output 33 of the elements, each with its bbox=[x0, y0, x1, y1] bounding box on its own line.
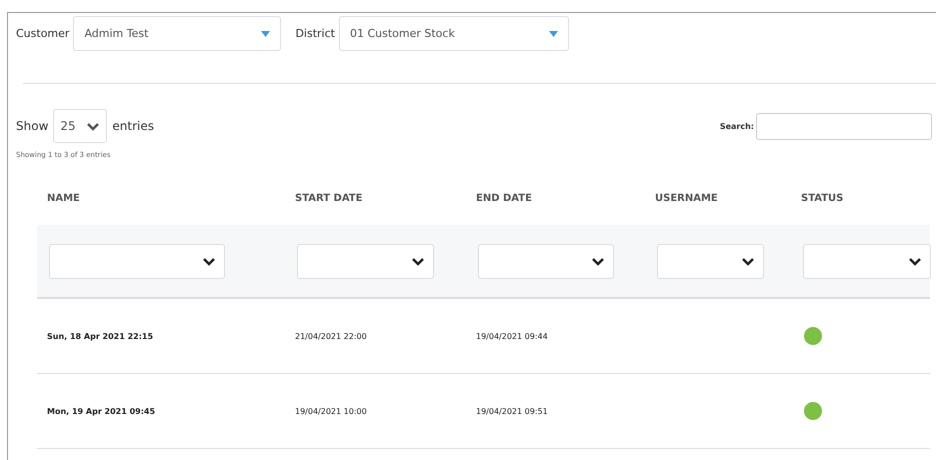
column-header[interactable]: END DATE bbox=[466, 189, 645, 225]
chevron-icon bbox=[591, 256, 605, 266]
show-label: Show bbox=[16, 119, 48, 133]
caret-icon bbox=[261, 30, 270, 36]
search-field[interactable] bbox=[756, 112, 932, 140]
table-cell-text: Mon, 19 Apr 2021 09:45 bbox=[46, 406, 156, 416]
table-cell-text: 19/04/2021 09:44 bbox=[475, 332, 549, 340]
filter-label: Customer bbox=[16, 27, 70, 40]
table-cell-text: 19/04/2021 10:00 bbox=[294, 406, 368, 416]
column-filter-dropdown[interactable] bbox=[657, 244, 764, 278]
chevron-icon bbox=[202, 256, 216, 266]
chevron-icon bbox=[908, 256, 922, 266]
column-filter-dropdown[interactable] bbox=[297, 244, 434, 278]
filter-dropdown[interactable]: 01 Customer Stock bbox=[338, 16, 569, 51]
chevron-icon bbox=[741, 256, 755, 266]
column-header[interactable]: STATUS bbox=[791, 189, 930, 225]
table-cell-text: Sun, 18 Apr 2021 22:15 bbox=[46, 332, 154, 340]
table-cell-text: 21/04/2021 22:00 bbox=[294, 332, 368, 340]
entries-dropdown[interactable]: 25 bbox=[53, 109, 108, 143]
filter-label: District bbox=[295, 27, 335, 40]
column-filter-dropdown[interactable] bbox=[49, 244, 225, 278]
table-cell-text: 19/04/2021 09:51 bbox=[475, 406, 549, 416]
filter-dropdown[interactable]: Admim Test bbox=[73, 16, 282, 51]
caret-icon bbox=[548, 30, 558, 36]
column-header[interactable]: START DATE bbox=[285, 189, 466, 225]
chevron-icon bbox=[411, 256, 425, 266]
entries-label: entries bbox=[112, 119, 154, 133]
chevron-icon bbox=[86, 122, 100, 130]
column-filter-dropdown[interactable] bbox=[803, 244, 931, 278]
search-label: Search: bbox=[720, 122, 754, 130]
column-header[interactable]: NAME bbox=[37, 189, 285, 225]
column-filter-dropdown[interactable] bbox=[478, 244, 614, 278]
column-header[interactable]: USERNAME bbox=[645, 189, 791, 225]
